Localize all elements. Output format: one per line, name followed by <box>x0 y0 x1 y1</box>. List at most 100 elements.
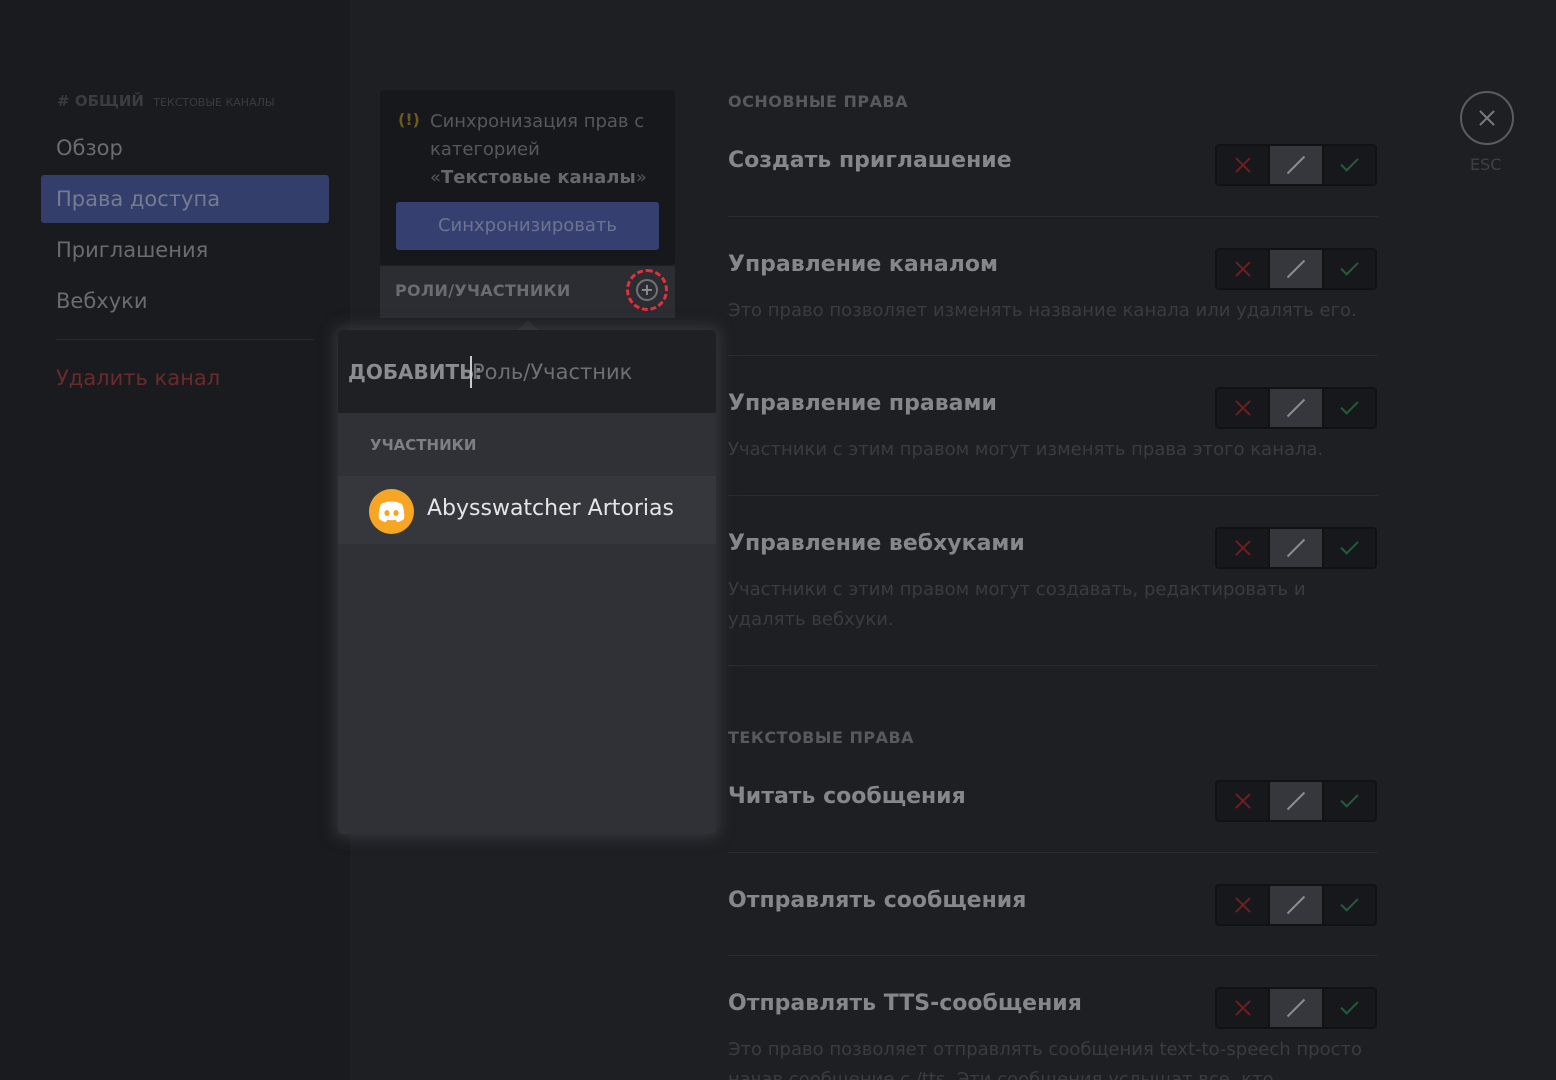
check-icon <box>1340 996 1359 1015</box>
inherit-button[interactable] <box>1268 146 1322 184</box>
sidebar-item-webhooks[interactable]: Вебхуки <box>41 277 329 325</box>
permission-toggle <box>1215 387 1377 429</box>
sidebar-item-invites[interactable]: Приглашения <box>41 226 329 274</box>
inherit-button[interactable] <box>1268 529 1322 567</box>
hash-icon: # <box>57 92 70 110</box>
divider <box>728 665 1378 666</box>
slash-icon <box>1286 398 1306 418</box>
sidebar-item-permissions[interactable]: Права доступа <box>41 175 329 223</box>
sync-button[interactable]: Синхронизировать <box>396 202 659 250</box>
permission-name: Управление каналом <box>728 252 998 277</box>
allow-button[interactable] <box>1321 886 1375 924</box>
permission-description: Это право позволяет отправлять сообщения… <box>728 1039 1362 1080</box>
permission-name: Отправлять сообщения <box>728 888 1027 913</box>
permission-description: Это право позволяет изменять название ка… <box>728 300 1357 321</box>
slash-icon <box>1286 998 1306 1018</box>
inherit-button[interactable] <box>1268 886 1322 924</box>
delete-channel-button[interactable]: Удалить канал <box>41 354 329 402</box>
deny-button[interactable] <box>1217 146 1268 184</box>
slash-icon <box>1286 895 1306 915</box>
check-icon <box>1340 396 1359 415</box>
x-icon <box>1235 157 1251 173</box>
deny-button[interactable] <box>1217 989 1268 1027</box>
add-label: ДОБАВИТЬ: <box>348 360 483 384</box>
inherit-button[interactable] <box>1268 989 1322 1027</box>
x-icon <box>1235 1000 1251 1016</box>
plus-circle-icon: + <box>636 279 658 301</box>
inherit-button[interactable] <box>1268 782 1322 820</box>
divider <box>728 852 1378 853</box>
deny-button[interactable] <box>1217 250 1268 288</box>
esc-label: ESC <box>1470 155 1502 174</box>
roles-title: РОЛИ/УЧАСТНИКИ <box>395 281 571 300</box>
permission-name: Управление правами <box>728 391 997 416</box>
x-icon <box>1235 897 1251 913</box>
popup-search-bar: ДОБАВИТЬ: <box>338 330 716 413</box>
x-icon <box>1235 540 1251 556</box>
sidebar-divider <box>56 339 314 340</box>
permission-toggle <box>1215 527 1377 569</box>
deny-button[interactable] <box>1217 529 1268 567</box>
deny-button[interactable] <box>1217 782 1268 820</box>
inherit-button[interactable] <box>1268 389 1322 427</box>
x-icon <box>1235 261 1251 277</box>
permission-name: Читать сообщения <box>728 784 966 809</box>
permission-description: Участники с этим правом могут создавать,… <box>728 579 1306 630</box>
close-button[interactable] <box>1460 91 1514 145</box>
x-icon <box>1235 400 1251 416</box>
text-permissions-title: ТЕКСТОВЫЕ ПРАВА <box>728 728 915 747</box>
add-role-button[interactable]: + <box>626 269 668 311</box>
general-permissions-title: ОСНОВНЫЕ ПРАВА <box>728 92 909 111</box>
add-role-popup: ДОБАВИТЬ: УЧАСТНИКИ Abysswatcher Artoria… <box>338 330 716 834</box>
check-icon <box>1340 789 1359 808</box>
allow-button[interactable] <box>1321 782 1375 820</box>
check-icon <box>1340 257 1359 276</box>
sync-notice: (!) Синхронизация прав с категорией «Тек… <box>380 90 675 265</box>
sync-text: Синхронизация прав с категорией «Текстов… <box>430 108 660 192</box>
permission-toggle <box>1215 884 1377 926</box>
discord-logo-icon <box>378 501 405 522</box>
role-member-search-input[interactable] <box>470 356 700 388</box>
warning-icon: (!) <box>398 110 420 129</box>
permission-toggle <box>1215 144 1377 186</box>
divider <box>728 216 1378 217</box>
allow-button[interactable] <box>1321 250 1375 288</box>
member-item[interactable]: Abysswatcher Artorias <box>338 476 716 544</box>
check-icon <box>1340 536 1359 555</box>
allow-button[interactable] <box>1321 389 1375 427</box>
permission-name: Создать приглашение <box>728 148 1012 173</box>
allow-button[interactable] <box>1321 989 1375 1027</box>
permission-name: Управление вебхуками <box>728 531 1025 556</box>
channel-name: ОБЩИЙ <box>74 92 144 110</box>
roles-header: РОЛИ/УЧАСТНИКИ + <box>380 266 675 318</box>
member-name: Abysswatcher Artorias <box>427 496 674 521</box>
check-icon <box>1340 153 1359 172</box>
deny-button[interactable] <box>1217 389 1268 427</box>
sync-text-suffix: » <box>635 167 647 188</box>
sidebar-header: # ОБЩИЙ ТЕКСТОВЫЕ КАНАЛЫ <box>57 92 275 110</box>
allow-button[interactable] <box>1321 146 1375 184</box>
allow-button[interactable] <box>1321 529 1375 567</box>
divider <box>728 495 1378 496</box>
permission-toggle <box>1215 248 1377 290</box>
slash-icon <box>1286 259 1306 279</box>
slash-icon <box>1286 791 1306 811</box>
sidebar-item-overview[interactable]: Обзор <box>41 124 329 172</box>
check-icon <box>1340 893 1359 912</box>
sync-category: Текстовые каналы <box>441 167 636 188</box>
slash-icon <box>1286 155 1306 175</box>
slash-icon <box>1286 538 1306 558</box>
permission-description: Участники с этим правом могут изменять п… <box>728 439 1324 460</box>
x-icon <box>1235 793 1251 809</box>
channel-category: ТЕКСТОВЫЕ КАНАЛЫ <box>153 96 275 109</box>
permission-toggle <box>1215 987 1377 1029</box>
permission-toggle <box>1215 780 1377 822</box>
divider <box>728 355 1378 356</box>
divider <box>728 955 1378 956</box>
permission-name: Отправлять TTS-сообщения <box>728 991 1082 1016</box>
inherit-button[interactable] <box>1268 250 1322 288</box>
deny-button[interactable] <box>1217 886 1268 924</box>
members-section-title: УЧАСТНИКИ <box>370 436 477 454</box>
channel-settings: # ОБЩИЙ ТЕКСТОВЫЕ КАНАЛЫ Обзор Права дос… <box>0 0 1556 1080</box>
settings-sidebar: # ОБЩИЙ ТЕКСТОВЫЕ КАНАЛЫ Обзор Права дос… <box>0 0 350 1080</box>
